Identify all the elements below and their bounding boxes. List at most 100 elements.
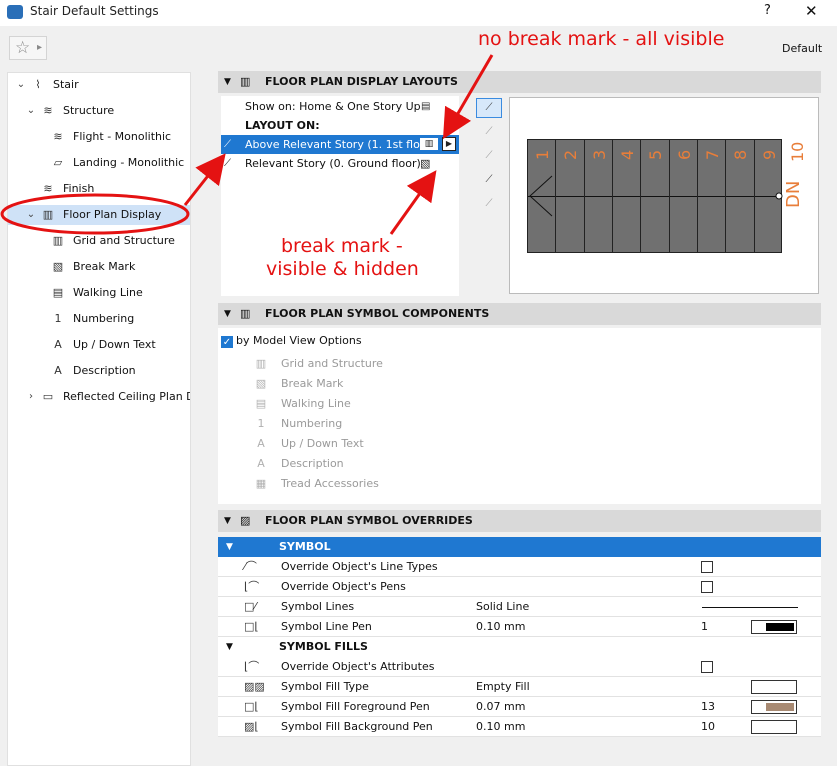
override-name: Symbol Lines bbox=[281, 600, 355, 613]
layout-item-label: Relevant Story (0. Ground floor) bbox=[245, 157, 421, 170]
tread-line bbox=[697, 139, 698, 253]
swatch-fill bbox=[766, 623, 794, 631]
rcp-icon: ▭ bbox=[42, 390, 54, 403]
landing-icon: ▱ bbox=[53, 156, 63, 169]
tree-item-grid[interactable]: ▥ Grid and Structure bbox=[8, 231, 190, 251]
structure-icon: ≋ bbox=[43, 104, 53, 117]
fills-group-header[interactable]: ▼ SYMBOL FILLS bbox=[218, 637, 821, 657]
section-overrides-header[interactable]: ▼ ▨ FLOOR PLAN SYMBOL OVERRIDES bbox=[218, 510, 821, 532]
component-item: A Up / Down Text bbox=[218, 434, 821, 454]
override-row[interactable]: □⌊ Symbol Fill Foreground Pen 0.07 mm 13 bbox=[218, 697, 821, 717]
tree-item-walking-line[interactable]: ▤ Walking Line bbox=[8, 283, 190, 303]
layout-button-2[interactable]: ⟋ bbox=[476, 122, 502, 142]
tree-item-description[interactable]: A Description bbox=[8, 361, 190, 381]
component-label: Walking Line bbox=[281, 397, 351, 410]
foreground-pen-icon: □⌊ bbox=[244, 700, 259, 713]
tree-item-floor-plan-display[interactable]: ⌄ ▥ Floor Plan Display bbox=[8, 205, 190, 225]
fill-swatch[interactable] bbox=[751, 680, 797, 694]
expand-toggle[interactable]: ⌄ bbox=[26, 101, 36, 121]
override-name: Override Object's Attributes bbox=[281, 660, 435, 673]
override-name: Symbol Line Pen bbox=[281, 620, 372, 633]
help-button[interactable]: ? bbox=[764, 3, 771, 18]
layout-item-above[interactable]: ⟋ Above Relevant Story (1. 1st flo... ▥ … bbox=[221, 135, 459, 154]
section-components-header[interactable]: ▼ ▥ FLOOR PLAN SYMBOL COMPONENTS bbox=[218, 303, 821, 325]
override-row[interactable]: ▨▨ Symbol Fill Type Empty Fill bbox=[218, 677, 821, 697]
tread-line bbox=[640, 139, 642, 253]
section-title: FLOOR PLAN SYMBOL COMPONENTS bbox=[265, 307, 490, 320]
group-title: SYMBOL FILLS bbox=[279, 640, 368, 653]
pen-swatch[interactable] bbox=[751, 620, 797, 634]
expand-toggle[interactable]: ⌄ bbox=[16, 75, 26, 95]
layout-button-1[interactable]: ⟋ bbox=[476, 98, 502, 118]
layout-button-3[interactable]: ⟋ bbox=[476, 146, 502, 166]
tree-item-structure[interactable]: ⌄ ≋ Structure bbox=[8, 101, 190, 121]
override-checkbox[interactable] bbox=[701, 561, 713, 573]
annotation-mid-2: visible & hidden bbox=[266, 258, 419, 280]
layout-item-relevant[interactable]: ⟋ Relevant Story (0. Ground floor) ▧ bbox=[221, 154, 459, 173]
tread-accessories-icon: ▦ bbox=[255, 477, 267, 490]
stair-line-icon: ⟋ bbox=[224, 139, 231, 150]
override-checkbox[interactable] bbox=[701, 661, 713, 673]
attributes-icon: ⌊⌒ bbox=[244, 660, 260, 673]
tread-line bbox=[753, 139, 755, 253]
override-name: Override Object's Line Types bbox=[281, 560, 438, 573]
pen-number: 1 bbox=[701, 620, 708, 633]
override-row[interactable]: □⁄ Symbol Lines Solid Line bbox=[218, 597, 821, 617]
tree-item-stair[interactable]: ⌄ ⌇ Stair bbox=[8, 75, 190, 95]
by-mvo-checkbox[interactable]: ✓ bbox=[221, 336, 233, 348]
component-label: Up / Down Text bbox=[281, 437, 364, 450]
break-mark-icon: ▧ bbox=[420, 157, 431, 170]
star-icon: ☆ bbox=[15, 38, 31, 58]
favorites-button[interactable]: ☆ ▸ bbox=[9, 36, 47, 60]
expand-toggle[interactable]: ⌄ bbox=[26, 205, 36, 225]
tree-item-numbering[interactable]: 1 Numbering bbox=[8, 309, 190, 329]
tree-item-break-mark[interactable]: ▧ Break Mark bbox=[8, 257, 190, 277]
tread-number: 7 bbox=[703, 149, 722, 160]
layout-button-5[interactable]: ⟋ bbox=[476, 194, 502, 214]
break-mark-icon: ▧ bbox=[52, 260, 64, 273]
expand-toggle[interactable]: › bbox=[26, 387, 36, 407]
line-preview bbox=[702, 607, 798, 608]
override-name: Symbol Fill Type bbox=[281, 680, 369, 693]
override-name: Symbol Fill Foreground Pen bbox=[281, 700, 430, 713]
tree-item-label: Up / Down Text bbox=[73, 338, 156, 351]
component-item: ▦ Tread Accessories bbox=[218, 474, 821, 494]
layout-on-row: LAYOUT ON: bbox=[221, 116, 459, 135]
pen-swatch[interactable] bbox=[751, 720, 797, 734]
tree-item-updown-text[interactable]: A Up / Down Text bbox=[8, 335, 190, 355]
symbol-pen-icon: □⌊ bbox=[244, 620, 259, 633]
floor-plan-icon: ▥ bbox=[42, 208, 54, 221]
tree-item-rcp[interactable]: › ▭ Reflected Ceiling Plan Di bbox=[8, 387, 190, 407]
pen-swatch[interactable] bbox=[751, 700, 797, 714]
tree-item-label: Structure bbox=[63, 104, 115, 117]
component-label: Description bbox=[281, 457, 344, 470]
override-row: ⌊⌒ Override Object's Pens bbox=[218, 577, 821, 597]
description-icon: A bbox=[54, 364, 62, 377]
tree-item-label: Stair bbox=[53, 78, 79, 91]
tree-item-flight[interactable]: ≋ Flight - Monolithic bbox=[8, 127, 190, 147]
override-value: 0.10 mm bbox=[476, 620, 526, 633]
override-checkbox[interactable] bbox=[701, 581, 713, 593]
app-icon bbox=[7, 5, 23, 19]
close-button[interactable]: ✕ bbox=[805, 2, 818, 20]
tree-item-finish[interactable]: ≋ Finish bbox=[8, 179, 190, 199]
override-name: Symbol Fill Background Pen bbox=[281, 720, 433, 733]
section-layouts-header[interactable]: ▼ ▥ FLOOR PLAN DISPLAY LAYOUTS bbox=[218, 71, 821, 93]
default-label: Default bbox=[782, 42, 823, 55]
numbering-icon: 1 bbox=[54, 312, 62, 325]
tree-item-landing[interactable]: ▱ Landing - Monolithic bbox=[8, 153, 190, 173]
override-row[interactable]: □⌊ Symbol Line Pen 0.10 mm 1 bbox=[218, 617, 821, 637]
break-mark-icon: ▧ bbox=[255, 377, 267, 390]
tread-number: 9 bbox=[759, 149, 779, 160]
line-type-icon: ⁄⌒ bbox=[244, 560, 257, 573]
tree-item-label: Landing - Monolithic bbox=[73, 156, 185, 169]
floor-plan-icon: ▥ bbox=[240, 75, 251, 88]
override-row[interactable]: ▨⌊ Symbol Fill Background Pen 0.10 mm 10 bbox=[218, 717, 821, 737]
play-icon[interactable]: ▶ bbox=[442, 137, 456, 151]
symbol-group-header[interactable]: ▼ SYMBOL bbox=[218, 537, 821, 557]
background-pen-icon: ▨⌊ bbox=[244, 720, 259, 733]
tree-item-label: Grid and Structure bbox=[73, 234, 175, 247]
dn-label: DN bbox=[783, 180, 804, 208]
window-title: Stair Default Settings bbox=[30, 4, 159, 18]
layout-button-4[interactable]: ⟋ bbox=[476, 170, 502, 190]
